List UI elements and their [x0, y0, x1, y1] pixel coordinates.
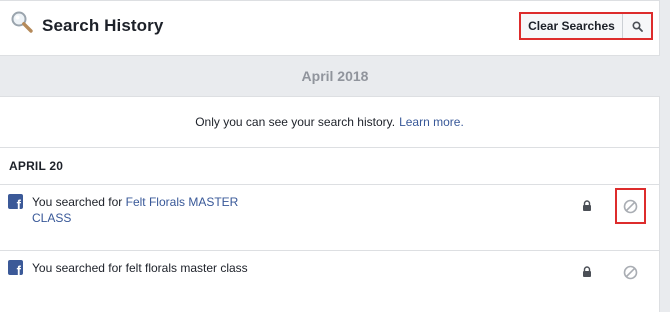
facebook-icon: f — [8, 260, 23, 275]
learn-more-link[interactable]: Learn more. — [399, 115, 464, 129]
entry-prefix: You searched for — [32, 195, 123, 209]
day-header: APRIL 20 — [0, 148, 659, 185]
remove-icon[interactable] — [623, 265, 638, 280]
search-history-button[interactable] — [623, 14, 651, 38]
entry-query: felt florals master class — [125, 261, 248, 275]
entry-prefix: You searched for — [32, 261, 123, 275]
lock-icon — [583, 200, 591, 211]
facebook-icon: f — [8, 194, 23, 209]
privacy-notice: Only you can see your search history. Le… — [0, 97, 659, 148]
remove-icon[interactable] — [623, 199, 638, 214]
page-header: Search History Clear Searches — [0, 0, 660, 56]
entry-text: You searched for Felt Florals MASTER CLA… — [32, 194, 262, 226]
month-band: April 2018 — [0, 57, 670, 95]
page-title: Search History — [42, 16, 164, 35]
remove-highlight — [615, 188, 646, 224]
privacy-notice-text: Only you can see your search history. — [195, 115, 396, 129]
remove-wrap — [615, 254, 646, 290]
lock-icon — [583, 266, 591, 277]
magnifier-icon — [11, 11, 33, 33]
entry-text: You searched for felt florals master cla… — [32, 260, 262, 276]
month-label: April 2018 — [301, 68, 369, 84]
clear-searches-button[interactable]: Clear Searches — [521, 14, 623, 38]
history-entry: f You searched for Felt Florals MASTER C… — [0, 185, 659, 251]
clear-searches-group: Clear Searches — [519, 12, 653, 40]
history-card: Only you can see your search history. Le… — [0, 96, 660, 312]
history-entry: f You searched for felt florals master c… — [0, 251, 659, 312]
search-icon — [631, 20, 643, 32]
